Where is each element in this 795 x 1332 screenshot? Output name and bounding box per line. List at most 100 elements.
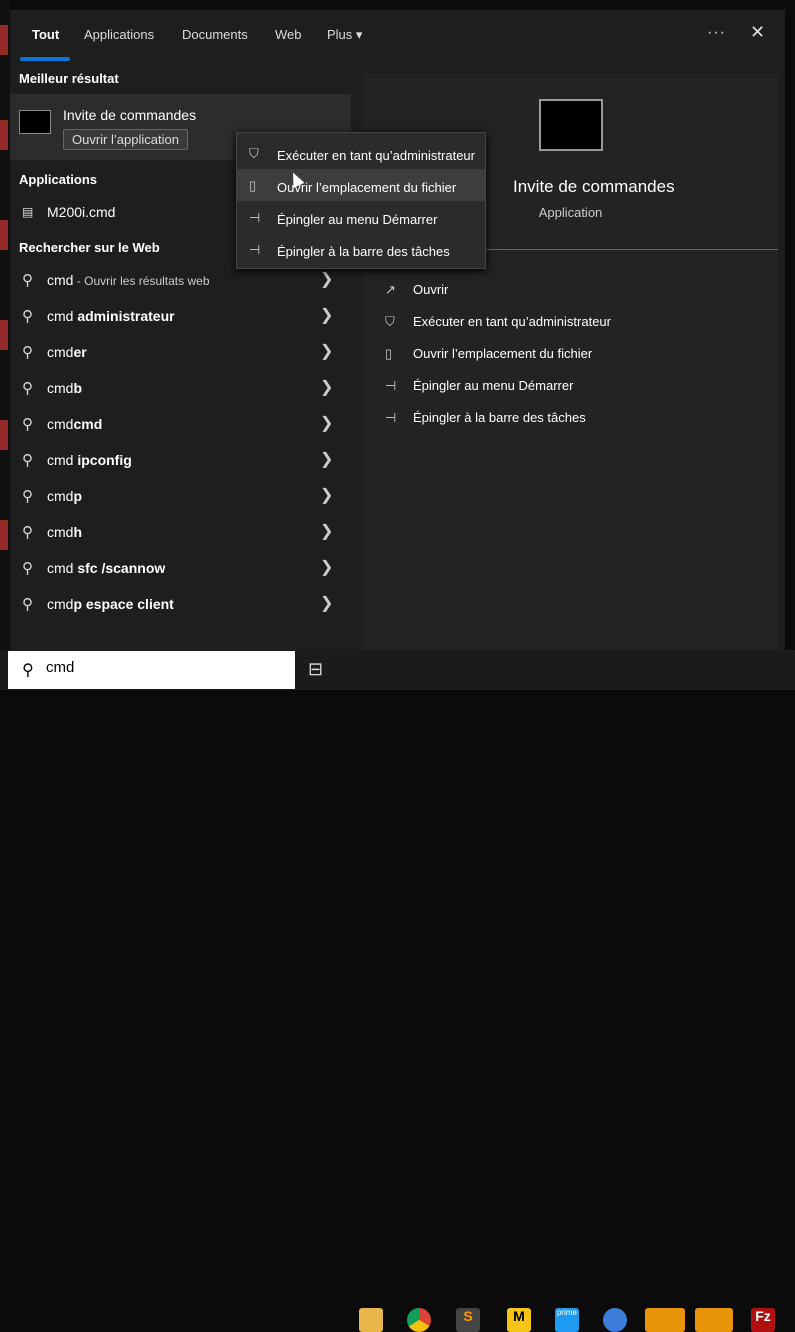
query-text: cmd (47, 308, 78, 324)
web-result-item[interactable]: ⚲ cmdcmd ❯ (10, 407, 351, 441)
query-text: cmd (47, 416, 74, 432)
web-result-label: cmdb (47, 380, 82, 396)
open-app-button[interactable]: Ouvrir l’application (63, 129, 188, 150)
preview-action[interactable]: ↗ Ouvrir (385, 282, 448, 298)
chrome-icon[interactable] (407, 1308, 431, 1332)
tab-all[interactable]: Tout (32, 27, 59, 42)
best-result-title: Invite de commandes (63, 107, 197, 123)
web-result-item[interactable]: ⚲ cmdb ❯ (10, 371, 351, 405)
chevron-right-icon[interactable]: ❯ (320, 449, 333, 469)
tab-web[interactable]: Web (275, 27, 302, 42)
tab-more[interactable]: Plus ▾ (327, 27, 362, 43)
filezilla-icon[interactable]: Fz (751, 1308, 775, 1332)
chevron-right-icon[interactable]: ❯ (320, 593, 333, 613)
script-file-icon: ▤ (22, 205, 34, 219)
query-text: cmd (47, 488, 74, 504)
web-result-item[interactable]: ⚲ cmd sfc /scannow ❯ (10, 551, 351, 585)
pin-icon: ⊣ (385, 378, 397, 393)
folder-icon: ▯ (385, 346, 393, 361)
web-result-item[interactable]: ⚲ cmdh ❯ (10, 515, 351, 549)
search-icon: ⚲ (22, 662, 34, 679)
preview-action-label: Épingler à la barre des tâches (413, 410, 586, 425)
redacted-icon[interactable] (645, 1308, 685, 1332)
suggestion-text: ipconfig (77, 452, 132, 468)
chevron-right-icon[interactable]: ❯ (320, 269, 333, 289)
preview-action[interactable]: ▯ Ouvrir l’emplacement du fichier (385, 346, 592, 362)
prime-video-icon[interactable]: prime (555, 1308, 579, 1332)
preview-action[interactable]: ⛉ Exécuter en tant qu’administrateur (385, 314, 611, 330)
search-box[interactable]: ⚲ (8, 651, 295, 689)
preview-action[interactable]: ⊣ Épingler à la barre des tâches (385, 410, 586, 426)
query-text: cmd (47, 380, 74, 396)
thunderbird-icon[interactable] (603, 1308, 627, 1332)
shield-icon: ⛉ (249, 146, 259, 161)
section-web: Rechercher sur le Web (19, 240, 160, 255)
active-tab-indicator (20, 57, 70, 61)
chevron-right-icon[interactable]: ❯ (320, 305, 333, 325)
web-result-item[interactable]: ⚲ cmd ipconfig ❯ (10, 443, 351, 477)
search-icon: ⚲ (22, 524, 33, 541)
context-menu-item[interactable]: ⊣ Épingler à la barre des tâches (237, 233, 485, 265)
web-result-label: cmdp espace client (47, 596, 174, 612)
web-result-item[interactable]: ⚲ cmdp ❯ (10, 479, 351, 513)
section-applications: Applications (19, 172, 98, 187)
pin-icon: ⊣ (385, 410, 397, 425)
preview-action[interactable]: ⊣ Épingler au menu Démarrer (385, 378, 573, 394)
chevron-right-icon[interactable]: ❯ (320, 413, 333, 433)
context-menu-label: Épingler au menu Démarrer (277, 212, 438, 227)
search-icon: ⚲ (22, 596, 33, 613)
search-icon: ⚲ (22, 380, 33, 397)
task-view-icon[interactable]: ⊟ (308, 659, 323, 680)
chevron-right-icon[interactable]: ❯ (320, 521, 333, 541)
sublime-text-icon[interactable]: S (456, 1308, 480, 1332)
file-explorer-icon[interactable] (359, 1308, 383, 1332)
query-text: cmd (47, 524, 74, 540)
shield-icon: ⛉ (385, 314, 395, 329)
preview-action-label: Exécuter en tant qu’administrateur (413, 314, 611, 329)
folder-icon: ▯ (249, 178, 257, 193)
chevron-right-icon[interactable]: ❯ (320, 557, 333, 577)
suggestion-text: b (73, 380, 83, 396)
query-text: cmd (47, 344, 74, 360)
web-result-label: cmdcmd (47, 416, 102, 432)
more-options-icon[interactable]: ··· (707, 24, 726, 42)
preview-action-label: Ouvrir l’emplacement du fichier (413, 346, 593, 361)
preview-action-label: Ouvrir (413, 282, 449, 297)
web-result-item[interactable]: ⚲ cmd administrateur ❯ (10, 299, 351, 333)
chevron-right-icon[interactable]: ❯ (320, 485, 333, 505)
context-menu-label: Exécuter en tant qu’administrateur (277, 148, 475, 163)
search-input[interactable] (46, 659, 276, 676)
context-menu-label: Épingler à la barre des tâches (277, 244, 450, 259)
tab-bar: Tout Applications Documents Web Plus ▾ ·… (10, 10, 785, 70)
web-result-label: cmdh (47, 524, 82, 540)
redacted-icon[interactable] (695, 1308, 733, 1332)
web-result-label: cmd - Ouvrir les résultats web (47, 272, 210, 288)
query-text: cmd (47, 452, 78, 468)
desktop-strip (0, 0, 10, 650)
web-result-item[interactable]: ⚲ cmdp espace client ❯ (10, 587, 351, 621)
web-note: - Ouvrir les résultats web (73, 274, 210, 288)
preview-action-label: Épingler au menu Démarrer (413, 378, 574, 393)
search-icon: ⚲ (22, 560, 33, 577)
search-icon: ⚲ (22, 308, 33, 325)
m-app-icon[interactable]: M (507, 1308, 531, 1332)
chevron-right-icon[interactable]: ❯ (320, 341, 333, 361)
context-menu-item[interactable]: ⛉ Exécuter en tant qu’administrateur (237, 137, 485, 169)
chevron-right-icon[interactable]: ❯ (320, 377, 333, 397)
search-icon: ⚲ (22, 272, 33, 289)
suggestion-text: er (73, 344, 87, 360)
cmd-icon (19, 110, 51, 134)
close-icon[interactable]: ✕ (750, 22, 765, 43)
context-menu-item[interactable]: ▯ Ouvrir l’emplacement du fichier (237, 169, 485, 201)
context-menu-item[interactable]: ⊣ Épingler au menu Démarrer (237, 201, 485, 233)
tab-documents[interactable]: Documents (182, 27, 248, 42)
suggestion-text: p (73, 488, 83, 504)
suggestion-text: h (73, 524, 83, 540)
search-window: Tout Applications Documents Web Plus ▾ ·… (10, 10, 785, 650)
suggestion-text: sfc /scannow (77, 560, 166, 576)
web-result-item[interactable]: ⚲ cmder ❯ (10, 335, 351, 369)
app-item-label: M200i.cmd (47, 204, 116, 220)
cmd-large-icon (539, 99, 603, 151)
tab-applications[interactable]: Applications (84, 27, 154, 42)
search-icon: ⚲ (22, 452, 33, 469)
